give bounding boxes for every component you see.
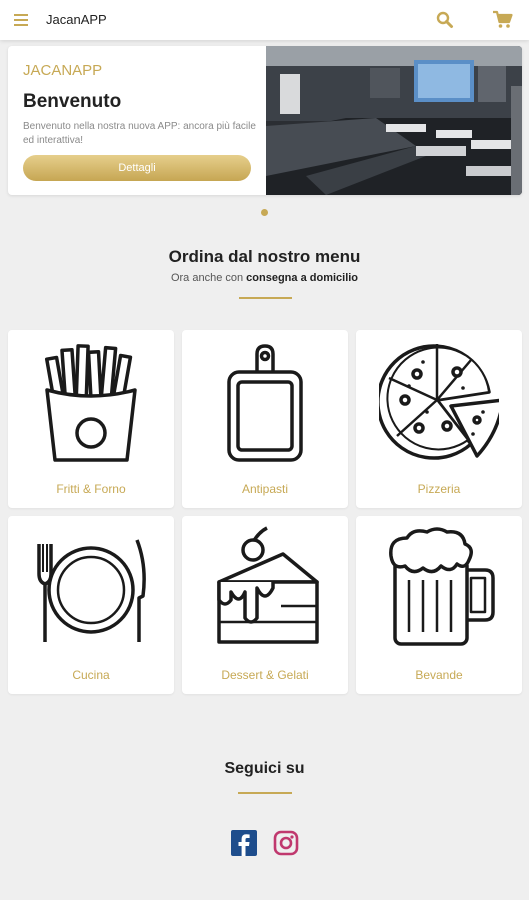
menu-title-underline <box>239 297 292 299</box>
cutting-board-icon <box>227 344 303 462</box>
subtitle-delivery: consegna a domicilio <box>246 272 359 284</box>
banner-description: Benvenuto nella nostra nuova APP: ancora… <box>23 121 256 146</box>
plate-cutlery-icon <box>37 539 146 642</box>
category-card-antipasti[interactable]: Antipasti <box>182 330 348 508</box>
facebook-icon[interactable] <box>231 830 257 856</box>
category-card-cucina[interactable]: Cucina <box>8 516 174 694</box>
category-label: Cucina <box>72 668 110 682</box>
search-icon[interactable] <box>435 10 455 30</box>
category-card-bevande[interactable]: Bevande <box>356 516 522 694</box>
menu-section-title: Ordina dal nostro menu <box>168 247 361 266</box>
app-title: JacanAPP <box>46 12 107 27</box>
subtitle-prefix: Ora anche con <box>170 272 247 284</box>
top-app-bar: JacanAPP <box>0 0 529 40</box>
welcome-banner: JACANAPP Benvenuto Benvenuto nella nostr… <box>8 46 522 195</box>
category-card-fritti-forno[interactable]: Fritti & Forno <box>8 330 174 508</box>
fries-icon <box>44 344 137 462</box>
category-label: Bevande <box>415 668 463 682</box>
carousel-indicator-dot[interactable] <box>261 209 268 216</box>
banner-brand: JACANAPP <box>23 62 103 79</box>
social-title-underline <box>238 792 292 794</box>
banner-heading: Benvenuto <box>23 91 122 112</box>
category-card-pizzeria[interactable]: Pizzeria <box>356 330 522 508</box>
category-label: Fritti & Forno <box>56 482 126 496</box>
cake-icon <box>217 526 319 644</box>
beer-icon <box>389 527 495 646</box>
category-label: Pizzeria <box>417 482 461 496</box>
hamburger-menu-icon[interactable] <box>12 10 32 30</box>
social-section-title: Seguici su <box>224 760 305 777</box>
cart-icon[interactable] <box>492 10 514 30</box>
restaurant-photo <box>266 46 522 195</box>
menu-section-subtitle: Ora anche con consegna a domicilio <box>0 272 529 284</box>
category-label: Antipasti <box>241 482 289 496</box>
pizza-icon <box>379 344 499 460</box>
details-button[interactable]: Dettagli <box>23 155 251 181</box>
instagram-icon[interactable] <box>273 830 299 856</box>
category-label: Dessert & Gelati <box>221 668 309 682</box>
category-card-dessert-gelati[interactable]: Dessert & Gelati <box>182 516 348 694</box>
